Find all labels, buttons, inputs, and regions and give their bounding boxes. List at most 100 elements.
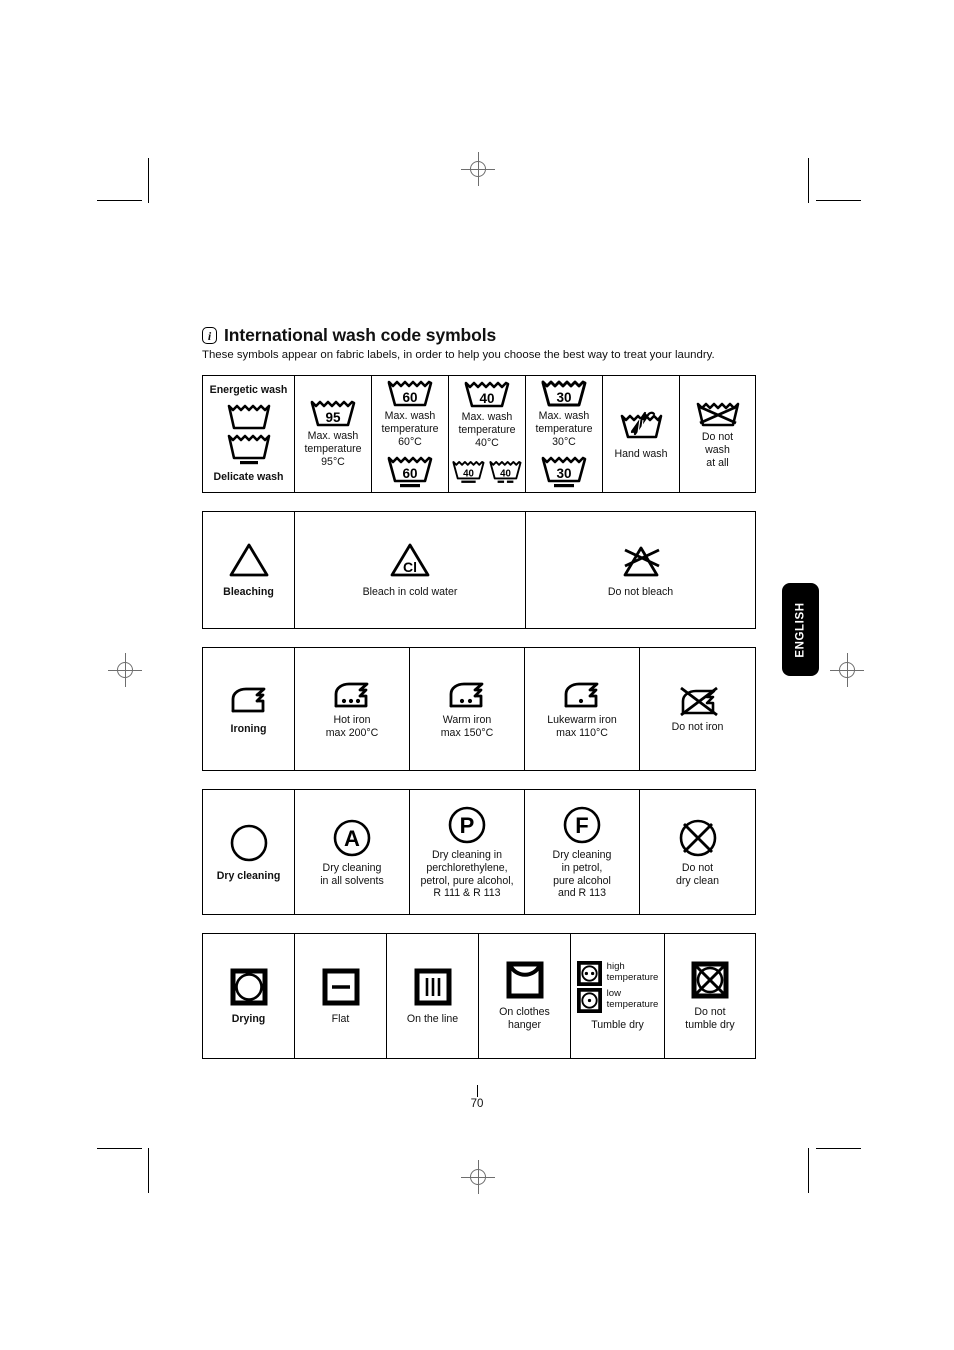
dry-cleaning-perchlorethylene-line-4: R 111 & R 113 (433, 887, 501, 900)
do-not-wash-caption-line-3: at all (706, 457, 729, 470)
dry-cleaning-table: Dry cleaning A Dry cleaning in all solve… (202, 789, 756, 916)
dry-cleaning-petrol-line-1: Dry cleaning (552, 848, 612, 861)
dry-cleaning-circle-icon (230, 824, 267, 861)
wash-40-caption-line-2: temperature (458, 424, 516, 437)
language-tab-english: ENGLISH (782, 583, 819, 676)
hot-iron-cell: Hot iron max 200°C (294, 647, 410, 772)
drying-label: Drying (231, 1012, 266, 1025)
page-title: i International wash code symbols (202, 325, 755, 346)
drying-row-label-cell: Drying (202, 933, 295, 1060)
tumble-dry-cell: high temperature low temperature Tumble … (570, 933, 665, 1060)
info-icon: i (202, 327, 217, 344)
svg-text:95: 95 (325, 410, 341, 425)
drying-square-icon (230, 968, 267, 1006)
dry-cleaning-all-solvents-cell: A Dry cleaning in all solvents (294, 789, 410, 916)
wash-cell-40: 40 Max. wash temperature 40°C 40 40 (448, 375, 526, 494)
bleaching-table: Bleaching Cl Bleach in cold water Do not… (202, 511, 756, 630)
drying-flat-cell: Flat (294, 933, 387, 1060)
ironing-row-label-cell: Ironing (202, 647, 295, 772)
do-not-wash-caption-line-2: wash (705, 444, 730, 457)
drying-table: Drying Flat On the line On clothes hange… (202, 933, 756, 1060)
ironing-label: Ironing (230, 722, 267, 735)
language-tab-label: ENGLISH (794, 601, 807, 658)
crop-mark-top-right-vertical (808, 158, 810, 203)
svg-text:30: 30 (556, 466, 571, 481)
page-number: 70 (470, 1098, 484, 1110)
do-not-tumble-dry-cell: Do not tumble dry (664, 933, 756, 1060)
wash-tub-95-icon: 95 (310, 400, 356, 427)
crop-mark-top-left-vertical (148, 158, 150, 203)
svg-text:P: P (460, 813, 475, 838)
warm-iron-caption-line-1: Warm iron (442, 714, 492, 727)
wash-30-caption-line-2: temperature (535, 423, 593, 436)
svg-text:60: 60 (402, 390, 417, 405)
crop-mark-bottom-right-horizontal (816, 1148, 861, 1150)
do-not-iron-icon (679, 686, 718, 716)
drying-clothes-hanger-cell: On clothes hanger (478, 933, 571, 1060)
dry-cleaning-label: Dry cleaning (216, 869, 281, 882)
svg-text:40: 40 (500, 468, 511, 479)
wash-cell-do-not-wash: Do not wash at all (679, 375, 756, 494)
lukewarm-iron-caption-line-2: max 110°C (556, 727, 608, 740)
dry-cleaning-perchlorethylene-line-2: perchlorethylene, (426, 861, 508, 874)
dry-on-hanger-caption-line-2: hanger (508, 1019, 541, 1032)
dry-cleaning-row-label-cell: Dry cleaning (202, 789, 295, 916)
crop-mark-top-left-horizontal (97, 200, 142, 202)
bleaching-row-label-cell: Bleaching (202, 511, 295, 630)
hot-iron-icon (334, 682, 369, 708)
wash-60-caption-line-2: temperature (381, 423, 439, 436)
warm-iron-caption-line-2: max 150°C (440, 727, 494, 740)
dry-flat-caption: Flat (331, 1012, 350, 1025)
svg-text:A: A (344, 826, 360, 851)
tumble-dry-caption: Tumble dry (591, 1018, 644, 1031)
wash-tub-40-icon: 40 (464, 381, 510, 408)
tumble-dry-low-item: low temperature (576, 987, 658, 1013)
dry-cleaning-perchlorethylene-line-3: petrol, pure alcohol, (420, 874, 514, 887)
wash-30-caption-line-1: Max. wash (538, 410, 590, 423)
do-not-bleach-cell: Do not bleach (525, 511, 756, 630)
page-title-text: International wash code symbols (224, 325, 497, 345)
do-not-tumble-dry-line-2: tumble dry (685, 1019, 735, 1032)
crop-mark-top-right-horizontal (816, 200, 861, 202)
dry-on-hanger-caption-line-1: On clothes (499, 1006, 550, 1019)
do-not-bleach-caption: Do not bleach (607, 585, 674, 598)
dry-on-hanger-icon (506, 961, 543, 999)
dry-cleaning-petrol-line-4: and R 113 (557, 887, 607, 900)
wash-30-caption-line-3: 30°C (552, 436, 576, 449)
do-not-tumble-dry-line-1: Do not (694, 1006, 726, 1019)
washing-table: Energetic wash Delicate wash 95 Max. was… (202, 375, 756, 494)
do-not-dry-clean-icon (679, 819, 716, 856)
wash-cell-30: 30 Max. wash temperature 30°C 30 (525, 375, 603, 494)
hot-iron-caption-line-1: Hot iron (333, 714, 371, 727)
wash-tub-40-delicate-icon: 40 (452, 461, 485, 483)
wash-tub-energetic-icon (227, 404, 270, 430)
do-not-bleach-icon (623, 546, 660, 576)
wash-tub-delicate-icon (227, 434, 270, 465)
wash-cell-hand-wash: Hand wash (602, 375, 680, 494)
tumble-dry-low-icon (576, 987, 602, 1013)
warm-iron-cell: Warm iron max 150°C (409, 647, 525, 772)
dry-cleaning-perchlorethylene-line-1: Dry cleaning in (431, 848, 503, 861)
bleach-cold-water-caption: Bleach in cold water (362, 585, 458, 598)
hand-wash-caption: Hand wash (614, 447, 668, 460)
do-not-dry-clean-cell: Do not dry clean (639, 789, 756, 916)
wash-60-caption-line-3: 60°C (398, 436, 422, 449)
tumble-dry-high-line-2: temperature (606, 972, 659, 984)
svg-text:30: 30 (556, 390, 571, 405)
svg-text:40: 40 (463, 468, 474, 479)
energetic-wash-label: Energetic wash (209, 384, 288, 397)
dry-cleaning-petrol-line-2: in petrol, (561, 861, 603, 874)
wash-95-caption-line-2: temperature (304, 442, 362, 455)
delicate-wash-label: Delicate wash (213, 471, 284, 484)
wash-cell-95: 95 Max. wash temperature 95°C (294, 375, 372, 494)
dry-cleaning-all-solvents-line-1: Dry cleaning (322, 861, 382, 874)
footer-tick-mark (477, 1085, 478, 1097)
warm-iron-icon (449, 682, 484, 708)
dry-flat-icon (322, 968, 359, 1006)
wash-tub-30-delicate-icon: 30 (541, 456, 587, 488)
dry-cleaning-p-icon: P (448, 806, 486, 843)
bleach-cold-water-icon: Cl (390, 543, 430, 576)
tumble-dry-high-icon (576, 960, 602, 986)
tumble-dry-high-item: high temperature (576, 960, 659, 986)
dry-on-line-caption: On the line (406, 1012, 459, 1025)
